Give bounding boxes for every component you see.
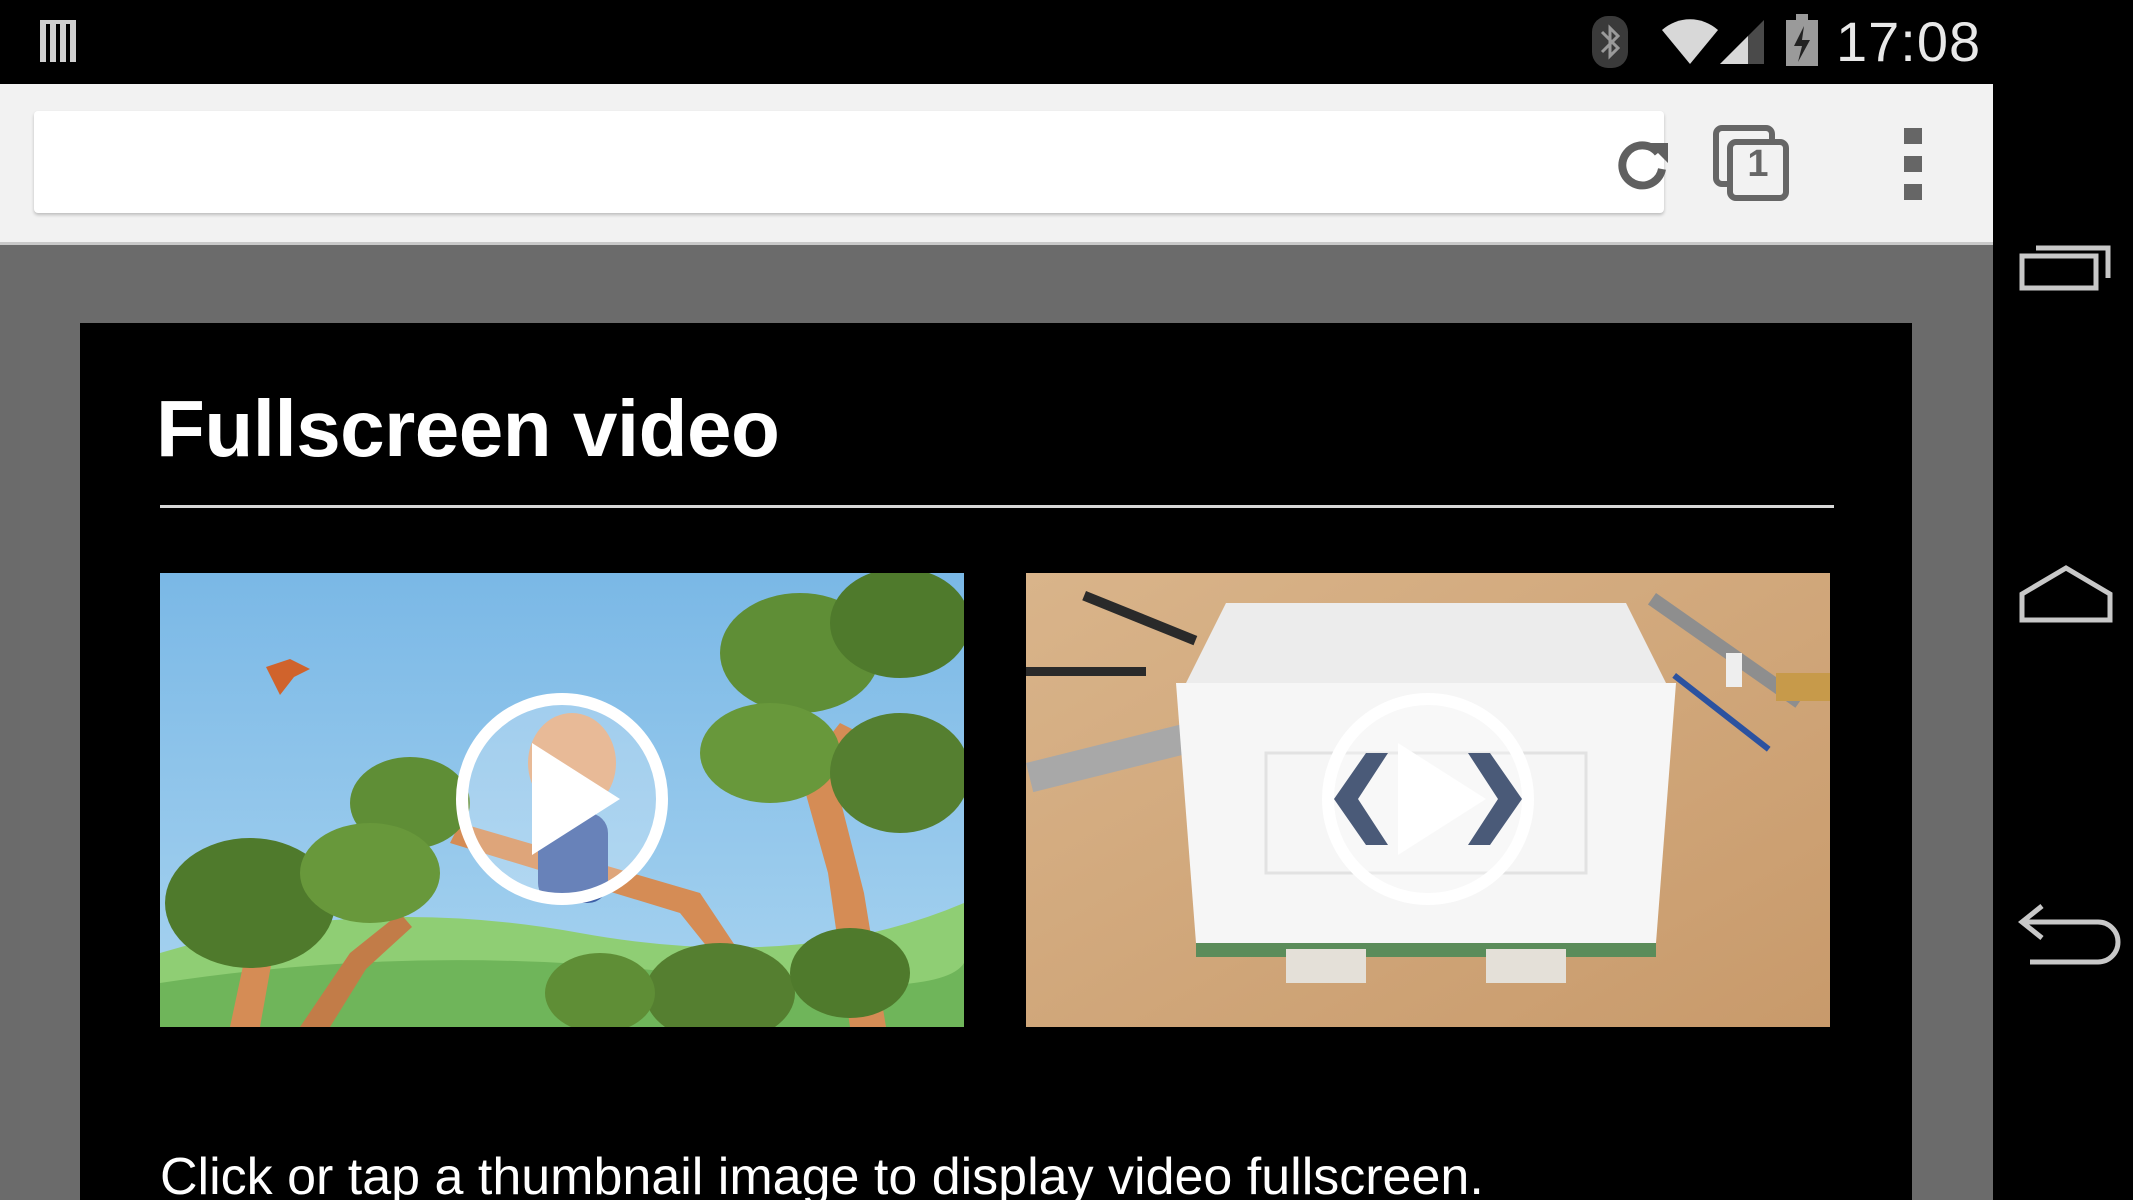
page-title: Fullscreen video — [156, 384, 780, 473]
web-viewport: Fullscreen video Click or tap a thumbnai… — [0, 245, 1993, 1200]
wifi-icon — [1662, 19, 1718, 64]
page-caption: Click or tap a thumbnail image to displa… — [160, 1148, 1484, 1200]
paper-craft-table-scene-image — [1026, 573, 1830, 1027]
page-content: Fullscreen video Click or tap a thumbnai… — [80, 323, 1912, 1200]
tab-count: 1 — [1747, 143, 1769, 185]
video-thumbnail-2[interactable] — [1026, 573, 1830, 1027]
tab-switcher-button[interactable]: 1 — [1712, 124, 1792, 204]
signal-icon — [1720, 20, 1764, 64]
battery-charging-icon — [1786, 14, 1818, 66]
bluetooth-icon — [1592, 16, 1628, 68]
browser-toolbar: 1 — [0, 84, 1993, 245]
url-bar[interactable] — [34, 111, 1668, 213]
back-icon[interactable] — [2016, 896, 2124, 966]
status-bar: 17:08 — [0, 0, 2133, 84]
recents-icon[interactable] — [2016, 236, 2116, 296]
title-divider — [160, 505, 1834, 508]
video-thumbnail-1[interactable] — [160, 573, 964, 1027]
home-icon[interactable] — [2016, 560, 2116, 630]
animated-tree-scene-image — [160, 573, 964, 1027]
notification-icon — [40, 20, 76, 62]
reload-icon[interactable] — [1614, 135, 1672, 193]
clock: 17:08 — [1836, 10, 1982, 73]
overflow-menu-icon[interactable] — [1890, 124, 1936, 204]
